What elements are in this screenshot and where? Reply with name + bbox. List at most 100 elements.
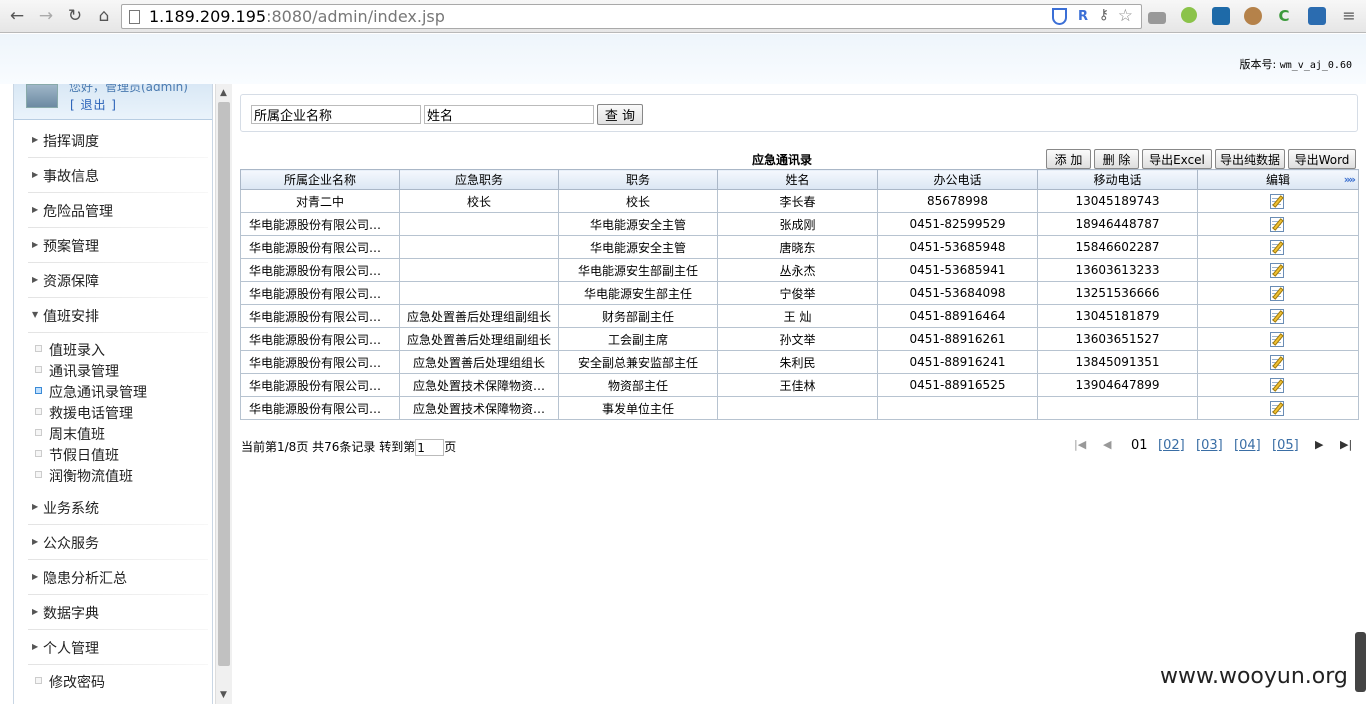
menu-item-plan[interactable]: ▶ 预案管理 <box>14 230 212 263</box>
next-page-icon[interactable]: ▶ <box>1315 438 1323 451</box>
table-cell <box>399 212 559 236</box>
menu-item-duty[interactable]: ▼ 值班安排 <box>14 300 212 333</box>
export-word-button[interactable]: 导出Word <box>1288 149 1356 169</box>
menu-item-accident[interactable]: ▶ 事故信息 <box>14 160 212 193</box>
col-header[interactable]: 职务 <box>558 169 718 190</box>
menu-item-command[interactable]: ▶ 指挥调度 <box>14 125 212 158</box>
reload-icon[interactable]: ↻ <box>64 5 86 27</box>
edit-icon[interactable] <box>1269 284 1287 302</box>
sub-label: 救援电话管理 <box>49 406 133 422</box>
c-extension-icon[interactable]: C <box>1273 5 1295 27</box>
green-extension-icon[interactable] <box>1181 7 1197 23</box>
goto-page-input[interactable] <box>415 439 445 456</box>
col-header[interactable]: 移动电话 <box>1037 169 1198 190</box>
scroll-up-icon[interactable]: ▲ <box>220 88 227 98</box>
table-cell: 校长 <box>399 189 559 213</box>
home-icon[interactable]: ⌂ <box>93 5 115 27</box>
blue-extension-icon[interactable] <box>1308 7 1326 25</box>
bird-extension-icon[interactable] <box>1212 7 1230 25</box>
edit-icon[interactable] <box>1269 261 1287 279</box>
table-row[interactable]: 华电能源股份有限公司… 应急处置善后处理组副组长 工会副主席 孙文举 0451-8891… <box>240 327 1359 351</box>
edit-cell <box>1197 373 1359 397</box>
export-plain-button[interactable]: 导出纯数据 <box>1215 149 1285 169</box>
table-cell: 华电能源股份有限公司… <box>240 350 400 374</box>
edit-icon[interactable] <box>1269 215 1287 233</box>
caret-right-icon: ▶ <box>32 607 39 616</box>
query-button[interactable]: 查 询 <box>597 104 643 125</box>
forward-icon[interactable]: → <box>35 5 57 27</box>
col-header[interactable]: 所属企业名称 <box>240 169 400 190</box>
shield-icon[interactable] <box>1052 8 1067 25</box>
table-cell: 华电能源股份有限公司… <box>240 327 400 351</box>
table-cell: 华电能源股份有限公司… <box>240 281 400 305</box>
delete-button[interactable]: 删 除 <box>1094 149 1139 169</box>
bullet-icon <box>35 387 42 394</box>
export-excel-button[interactable]: 导出Excel <box>1142 149 1212 169</box>
table-row[interactable]: 华电能源股份有限公司… 华电能源安生部副主任 丛永杰 0451-53685941 136… <box>240 258 1359 282</box>
menu-item-resource[interactable]: ▶ 资源保障 <box>14 265 212 298</box>
extension-icon[interactable] <box>1148 12 1166 24</box>
cookie-icon[interactable] <box>1244 7 1262 25</box>
name-search-input[interactable] <box>424 105 594 124</box>
sub-label: 修改密码 <box>49 675 105 691</box>
logout-link[interactable]: [ 退出 ] <box>70 96 117 113</box>
scroll-down-icon[interactable]: ▼ <box>220 690 227 700</box>
col-header[interactable]: 姓名 <box>717 169 878 190</box>
address-bar[interactable]: 1.189.209.195:8080/admin/index.jsp ☆ R ⚷ <box>121 4 1142 29</box>
page-link[interactable]: [03] <box>1196 438 1223 453</box>
menu-item-personal[interactable]: ▶ 个人管理 <box>14 632 212 665</box>
table-row[interactable]: 华电能源股份有限公司… 应急处置善后处理组副组长 财务部副主任王 灿 0451-889… <box>240 304 1359 328</box>
table-row[interactable]: 华电能源股份有限公司… 华电能源安全主管 唐晓东 0451-53685948 15846… <box>240 235 1359 259</box>
table-row[interactable]: 对青二中 校长 校长 李长春 85678998 13045189743 <box>240 189 1359 213</box>
edit-icon[interactable] <box>1269 330 1287 348</box>
edit-icon[interactable] <box>1269 399 1287 417</box>
add-button[interactable]: 添 加 <box>1046 149 1091 169</box>
table-row[interactable]: 华电能源股份有限公司… 华电能源安生部主任 宁俊举 0451-53684098 1325… <box>240 281 1359 305</box>
edit-icon[interactable] <box>1269 353 1287 371</box>
col-header-edit[interactable]: 编辑 »» <box>1197 169 1359 190</box>
page-link[interactable]: [05] <box>1272 438 1299 453</box>
menu-item-business[interactable]: ▶ 业务系统 <box>14 492 212 525</box>
table-cell: 应急处置善后处理组组长 <box>399 350 559 374</box>
menu-icon[interactable]: ≡ <box>1338 5 1360 27</box>
menu-label: 预案管理 <box>43 239 99 255</box>
edit-icon[interactable] <box>1269 192 1287 210</box>
table-cell: 18946448787 <box>1037 212 1198 236</box>
table-cell: 张成刚 <box>717 212 878 236</box>
first-page-icon[interactable]: |◀ <box>1074 438 1086 451</box>
scroll-thumb[interactable] <box>218 102 230 666</box>
table-cell <box>877 396 1038 420</box>
table-row[interactable]: 华电能源股份有限公司… 应急处置善后处理组组长 安全副总兼安监部主任 朱利民 0451-… <box>240 350 1359 374</box>
sub-label: 应急通讯录管理 <box>49 385 147 401</box>
page-scroll-thumb[interactable] <box>1355 632 1366 692</box>
r-extension-icon[interactable]: R <box>1078 9 1088 24</box>
menu-item-public[interactable]: ▶ 公众服务 <box>14 527 212 560</box>
back-icon[interactable]: ← <box>6 5 28 27</box>
menu-item-hazard-analysis[interactable]: ▶ 隐患分析汇总 <box>14 562 212 595</box>
col-header[interactable]: 办公电话 <box>877 169 1038 190</box>
page-link[interactable]: [02] <box>1158 438 1185 453</box>
bullet-icon <box>35 471 42 478</box>
caret-down-icon: ▼ <box>32 310 39 319</box>
prev-page-icon[interactable]: ◀ <box>1103 438 1111 451</box>
table-cell <box>399 258 559 282</box>
sidebar-scrollbar[interactable]: ▲ ▼ <box>215 84 232 704</box>
table-cell: 0451-53685941 <box>877 258 1038 282</box>
last-page-icon[interactable]: ▶| <box>1340 438 1352 451</box>
table-row[interactable]: 华电能源股份有限公司… 应急处置技术保障物资… 物资部主任 王佳林 0451-88916… <box>240 373 1359 397</box>
table-row[interactable]: 华电能源股份有限公司… 华电能源安全主管 张成刚 0451-82599529 18946… <box>240 212 1359 236</box>
col-header[interactable]: 应急职务 <box>399 169 559 190</box>
menu-item-dictionary[interactable]: ▶ 数据字典 <box>14 597 212 630</box>
company-search-input[interactable] <box>251 105 421 124</box>
edit-icon[interactable] <box>1269 238 1287 256</box>
page-link[interactable]: [04] <box>1234 438 1261 453</box>
double-chevron-icon[interactable]: »» <box>1344 173 1356 186</box>
edit-icon[interactable] <box>1269 307 1287 325</box>
star-icon[interactable]: ☆ <box>1118 6 1133 26</box>
edit-icon[interactable] <box>1269 376 1287 394</box>
table-row[interactable]: 华电能源股份有限公司… 应急处置技术保障物资… 事发单位主任 <box>240 396 1359 420</box>
bullet-icon <box>35 345 42 352</box>
menu-item-hazmat[interactable]: ▶ 危险品管理 <box>14 195 212 228</box>
key-icon[interactable]: ⚷ <box>1099 7 1109 23</box>
table-cell: 王佳林 <box>717 373 878 397</box>
